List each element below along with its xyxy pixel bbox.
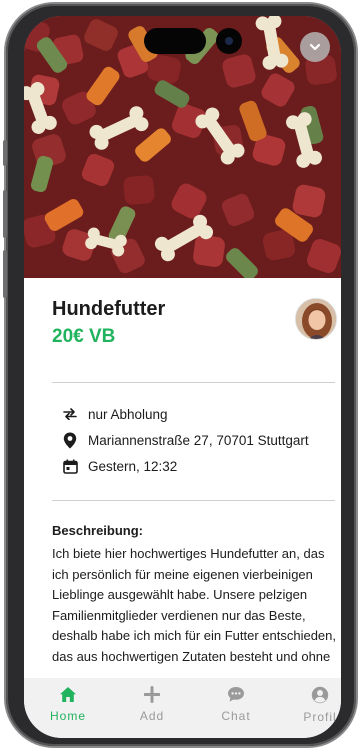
nav-profile[interactable]: Profil bbox=[290, 686, 341, 724]
pickup-label: nur Abholung bbox=[88, 406, 168, 422]
calendar-icon bbox=[62, 458, 78, 474]
listing-price: 20€ VB bbox=[52, 326, 116, 347]
swap-arrows-icon bbox=[62, 406, 78, 422]
bottom-navigation: Home Add Chat Profil bbox=[24, 678, 341, 738]
chevron-down-icon bbox=[309, 43, 321, 51]
date-label: Gestern, 12:32 bbox=[88, 458, 178, 474]
address-label: Mariannenstraße 27, 70701 Stuttgart bbox=[88, 432, 309, 448]
plus-icon bbox=[144, 686, 160, 703]
nav-chat[interactable]: Chat bbox=[206, 686, 266, 723]
seller-avatar[interactable] bbox=[295, 298, 337, 340]
chat-bubble-icon bbox=[228, 687, 244, 702]
nav-home-label: Home bbox=[49, 709, 86, 723]
description-heading: Beschreibung: bbox=[52, 523, 144, 538]
app-screen: Hundefutter 20€ VB nur Abholung Marianne… bbox=[24, 16, 341, 738]
nav-add-label: Add bbox=[139, 709, 165, 723]
phone-volume-down bbox=[3, 250, 7, 298]
listing-title: Hundefutter bbox=[52, 298, 166, 320]
location-pin-icon bbox=[62, 432, 78, 448]
nav-home[interactable]: Home bbox=[38, 686, 98, 723]
divider bbox=[52, 382, 335, 383]
avatar-photo bbox=[296, 299, 336, 339]
dynamic-island bbox=[144, 28, 206, 54]
user-icon bbox=[311, 686, 329, 704]
product-image[interactable] bbox=[24, 16, 341, 278]
divider bbox=[52, 500, 335, 501]
nav-profile-label: Profil bbox=[303, 710, 337, 724]
description-text: Ich biete hier hochwertiges Hundefutter … bbox=[52, 546, 337, 664]
nav-chat-label: Chat bbox=[221, 709, 251, 723]
home-icon bbox=[60, 687, 76, 702]
phone-side-button bbox=[3, 140, 7, 166]
dog-food-kibble-image bbox=[24, 16, 341, 278]
collapse-button[interactable] bbox=[300, 32, 330, 62]
address-info[interactable]: Mariannenstraße 27, 70701 Stuttgart bbox=[62, 432, 309, 448]
pickup-info: nur Abholung bbox=[62, 406, 168, 422]
camera-icon bbox=[216, 28, 242, 54]
date-info: Gestern, 12:32 bbox=[62, 458, 177, 474]
nav-add[interactable]: Add bbox=[122, 686, 182, 723]
phone-volume-up bbox=[3, 190, 7, 238]
listing-details: Hundefutter 20€ VB nur Abholung Marianne… bbox=[24, 278, 341, 678]
